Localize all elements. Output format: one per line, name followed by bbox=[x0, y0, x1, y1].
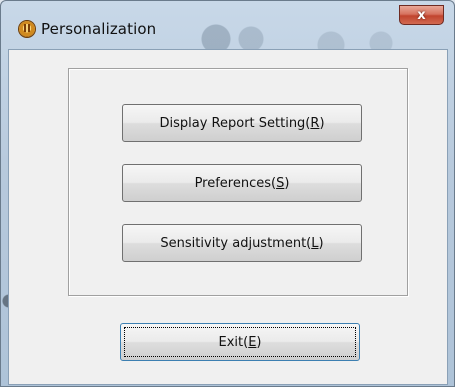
title-bar[interactable]: Personalization x bbox=[1, 1, 454, 49]
dialog-client-area: Display Report Setting(R) Preferences(S)… bbox=[8, 49, 448, 385]
sensitivity-adjustment-suffix: ) bbox=[318, 235, 324, 251]
exit-mnemonic: E bbox=[248, 334, 257, 350]
personalization-window: Personalization x Display Report Setting… bbox=[0, 0, 455, 387]
display-report-setting-mnemonic: R bbox=[310, 115, 320, 131]
exit-label: Exit( bbox=[218, 334, 249, 350]
display-report-setting-suffix: ) bbox=[319, 115, 325, 131]
display-report-setting-button[interactable]: Display Report Setting(R) bbox=[122, 104, 362, 142]
preferences-label: Preferences( bbox=[194, 175, 277, 191]
preferences-mnemonic: S bbox=[276, 175, 285, 191]
close-icon: x bbox=[417, 7, 426, 23]
preferences-button[interactable]: Preferences(S) bbox=[122, 164, 362, 202]
display-report-setting-label: Display Report Setting( bbox=[159, 115, 311, 131]
sensitivity-adjustment-label: Sensitivity adjustment( bbox=[160, 235, 312, 251]
app-icon bbox=[19, 21, 35, 37]
exit-button[interactable]: Exit(E) bbox=[120, 323, 360, 361]
window-title: Personalization bbox=[41, 20, 157, 38]
sensitivity-adjustment-mnemonic: L bbox=[311, 235, 319, 251]
exit-suffix: ) bbox=[256, 334, 262, 350]
options-groupbox: Display Report Setting(R) Preferences(S)… bbox=[68, 68, 408, 296]
close-button[interactable]: x bbox=[399, 5, 444, 25]
preferences-suffix: ) bbox=[284, 175, 290, 191]
sensitivity-adjustment-button[interactable]: Sensitivity adjustment(L) bbox=[122, 224, 362, 262]
